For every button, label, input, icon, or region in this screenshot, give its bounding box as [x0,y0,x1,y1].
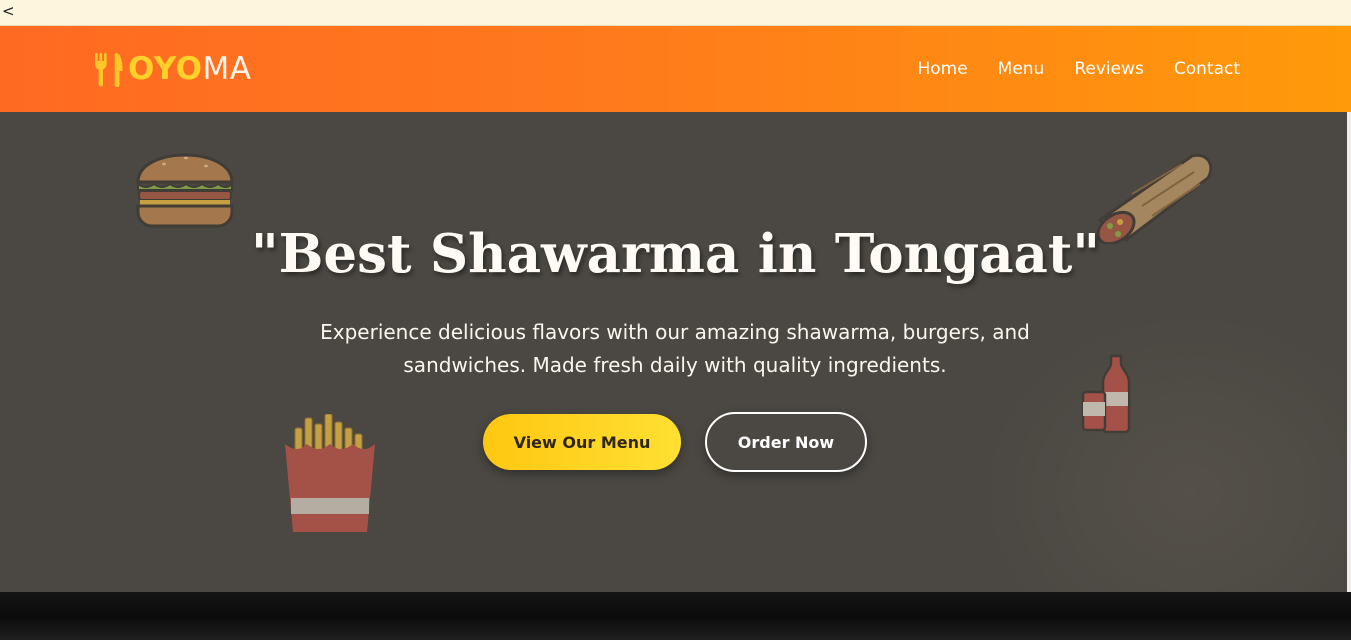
browser-top-strip: < [0,0,1351,26]
next-section-edge [0,592,1351,640]
nav-contact[interactable]: Contact [1174,56,1240,82]
brand-logo[interactable]: OYOMA [92,50,251,88]
view-menu-button[interactable]: View Our Menu [483,414,681,470]
brand-name: OYOMA [128,50,251,88]
drinks-icon [1081,354,1131,434]
order-now-button[interactable]: Order Now [705,412,867,472]
fries-icon [285,414,375,532]
hero-subtitle: Experience delicious flavors with our am… [320,320,1030,377]
brand-name-rest: MA [202,51,252,87]
page-edge-scrollbar[interactable] [1347,112,1351,592]
nav-home[interactable]: Home [917,56,967,82]
burger-icon [136,153,234,228]
nav-menu[interactable]: Menu [998,56,1045,82]
main-nav: Home Menu Reviews Contact [917,56,1240,82]
back-arrow-icon[interactable]: < [2,2,15,20]
nav-reviews[interactable]: Reviews [1074,56,1144,82]
utensils-icon [94,52,123,87]
hero-title: "Best Shawarma in Tongaat" [250,223,1100,285]
brand-name-accent: OYO [128,51,203,87]
hero-section: "Best Shawarma in Tongaat" Experience de… [0,112,1351,592]
site-header: OYOMA Home Menu Reviews Contact [0,26,1351,112]
